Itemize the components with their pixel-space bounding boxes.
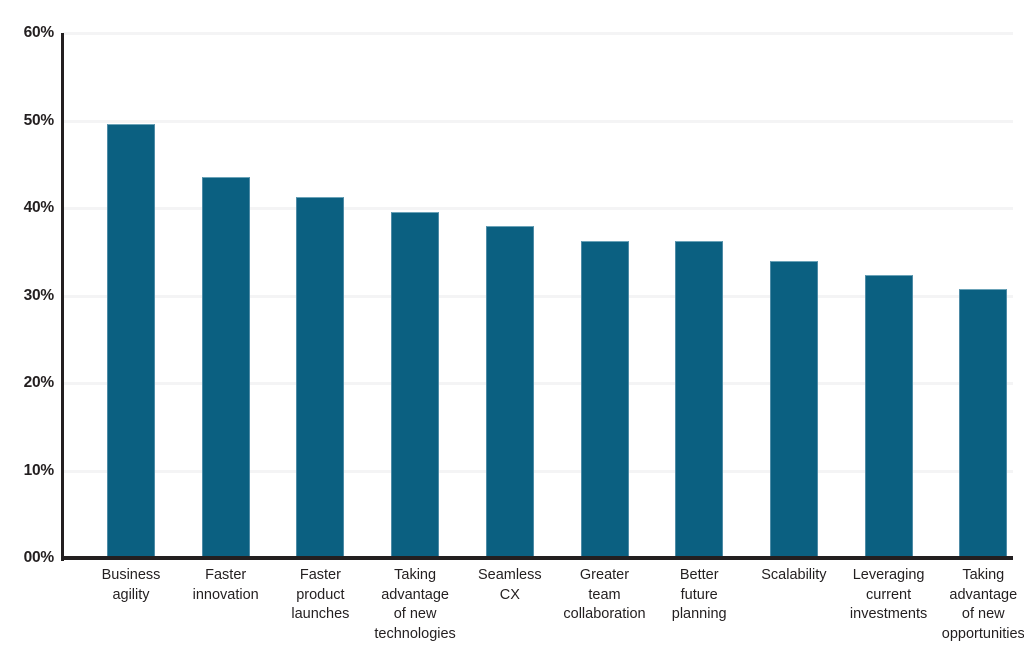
category-label-line: Faster	[205, 567, 247, 583]
x-axis-category-label: Faster innovation	[174, 566, 278, 605]
y-axis-line	[61, 33, 64, 561]
category-label-line: launches	[291, 606, 350, 622]
y-axis-tick-label: 60%	[23, 24, 55, 41]
category-label-line: advantage	[949, 586, 1018, 603]
bar[interactable]	[107, 124, 155, 558]
category-label-line: Better	[679, 567, 719, 583]
x-axis-category-label: Better future planning	[647, 566, 751, 625]
y-axis-tick-labels: 00% 10% 20% 30% 40% 50% 60%	[0, 0, 55, 666]
bar[interactable]	[675, 241, 724, 558]
bar[interactable]	[769, 260, 818, 558]
y-axis-tick-label: 30%	[23, 286, 55, 304]
category-label-line: Taking	[394, 567, 437, 583]
category-label-line: innovation	[192, 586, 259, 603]
x-axis-category-label: Scalability	[742, 566, 846, 586]
bar[interactable]	[580, 241, 629, 558]
y-axis-tick-label: 10%	[23, 461, 55, 479]
category-label-line: collaboration	[563, 606, 646, 622]
y-axis-tick-label: 00%	[23, 549, 55, 566]
category-label-line: Taking	[962, 567, 1005, 583]
category-label-line: CX	[499, 586, 520, 603]
category-label-line: Leveraging	[852, 567, 925, 583]
category-label-line: technologies	[374, 625, 456, 642]
x-axis-category-label: Taking advantage of new opportunities	[931, 566, 1024, 644]
category-label-line: product	[296, 586, 345, 603]
y-axis-tick-label: 40%	[23, 199, 55, 216]
plot-area	[63, 32, 1013, 560]
bar[interactable]	[864, 274, 913, 558]
category-label-line: investments	[849, 606, 928, 622]
category-label-line: of new	[961, 606, 1005, 622]
x-axis-category-label: Greater team collaboration	[553, 566, 657, 625]
gridline	[63, 32, 1013, 35]
bar[interactable]	[959, 288, 1008, 558]
x-axis-line	[61, 556, 1013, 560]
category-label-line: advantage	[381, 586, 449, 603]
category-label-line: opportunities	[941, 625, 1024, 642]
category-label-line: current	[866, 586, 912, 603]
category-label-line: of new	[393, 606, 437, 622]
x-axis-category-label: Leveraging current investments	[837, 566, 941, 625]
x-axis-category-label: Taking advantage of new technologies	[363, 566, 467, 644]
bar[interactable]	[485, 225, 534, 558]
category-label-line: Scalability	[761, 567, 827, 583]
category-label-line: future	[680, 586, 718, 603]
gridline	[63, 119, 1013, 123]
x-axis-category-label: Seamless CX	[458, 566, 562, 605]
category-label-line: Seamless	[477, 567, 542, 583]
category-label-line: agility	[112, 586, 150, 603]
x-axis-category-label: Faster product launches	[268, 566, 372, 625]
bar[interactable]	[296, 196, 345, 558]
category-label-line: Faster	[299, 567, 341, 583]
category-label-line: Greater	[579, 567, 630, 583]
x-axis-category-label: Business agility	[79, 566, 183, 605]
category-label-line: Business	[101, 567, 161, 583]
bar[interactable]	[201, 176, 250, 558]
bar[interactable]	[391, 211, 440, 558]
bar-chart: 00% 10% 20% 30% 40% 50% 60% Business agility Fas…	[0, 0, 1024, 666]
category-label-line: team	[588, 586, 621, 603]
y-axis-tick-label: 50%	[23, 111, 55, 129]
y-axis-tick-label: 20%	[23, 374, 55, 391]
category-label-line: planning	[671, 606, 727, 622]
